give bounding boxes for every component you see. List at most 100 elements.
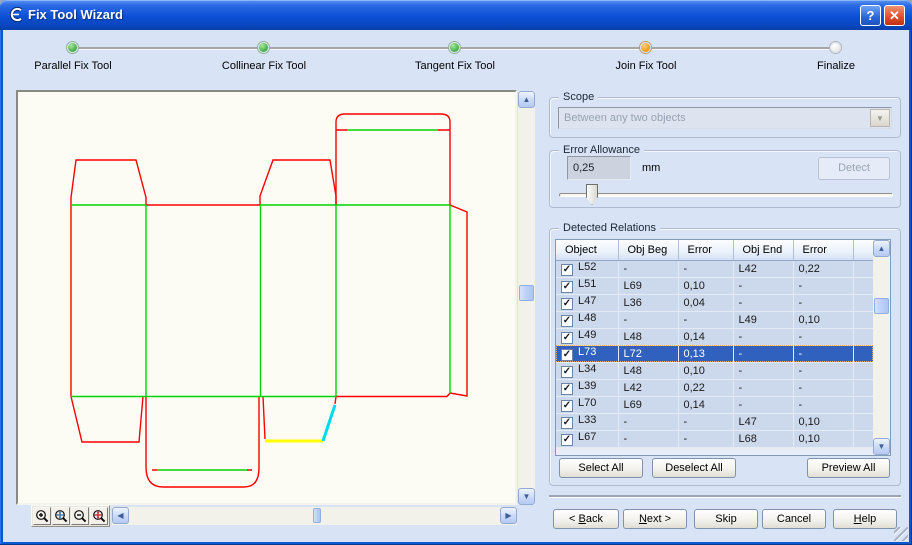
wizard-step-label: Tangent Fix Tool (375, 60, 535, 72)
table-row[interactable]: ✓L70L690,14-- (556, 396, 873, 413)
row-checkbox[interactable]: ✓ (561, 349, 573, 361)
dieline-path (146, 397, 259, 488)
obj-beg-cell: L69 (618, 277, 678, 294)
error-end-cell: - (793, 328, 853, 345)
row-checkbox[interactable]: ✓ (561, 298, 573, 310)
relations-table: ObjectObj BegErrorObj EndError✓L52--L420… (555, 239, 891, 456)
table-row[interactable]: ✓L48--L490,10 (556, 311, 873, 328)
error-allowance-input[interactable]: 0,25 (567, 156, 631, 180)
row-checkbox[interactable]: ✓ (561, 400, 573, 412)
zoom-window-button[interactable] (52, 507, 70, 525)
skip-button[interactable]: Skip (694, 509, 758, 529)
row-checkbox[interactable]: ✓ (561, 281, 573, 293)
table-row[interactable]: ✓L34L480,10-- (556, 362, 873, 379)
resize-grip[interactable] (894, 527, 908, 541)
filler-cell (853, 294, 873, 311)
error-beg-cell: 0,14 (678, 396, 733, 413)
table-row[interactable]: ✓L51L690,10-- (556, 277, 873, 294)
help-titlebar-button[interactable]: ? (860, 5, 881, 26)
zoom-out-button[interactable] (71, 507, 89, 525)
obj-beg-cell: - (618, 260, 678, 277)
row-checkbox[interactable]: ✓ (561, 434, 573, 446)
row-checkbox[interactable]: ✓ (561, 315, 573, 327)
error-end-cell: - (793, 379, 853, 396)
chevron-down-icon[interactable]: ▼ (870, 109, 890, 127)
dieline-path (260, 160, 336, 205)
select-all-button[interactable]: Select All (559, 458, 643, 478)
column-header[interactable]: Obj End (733, 240, 793, 260)
table-row[interactable]: ✓L47L360,04-- (556, 294, 873, 311)
dieline-path (263, 397, 265, 440)
titlebar[interactable]: Fix Tool Wizard ? ✕ (0, 0, 912, 30)
obj-end-cell: - (733, 277, 793, 294)
error-allowance-slider-thumb[interactable] (586, 184, 598, 205)
cancel-button[interactable]: Cancel (762, 509, 826, 529)
table-row[interactable]: ✓L39L420,22-- (556, 379, 873, 396)
object-cell: ✓L47 (556, 294, 618, 311)
row-checkbox[interactable]: ✓ (561, 383, 573, 395)
zoom-in-button[interactable] (33, 507, 51, 525)
scope-combobox[interactable]: Between any two objects (558, 107, 892, 129)
zoom-in-icon (35, 509, 49, 523)
scroll-down-icon[interactable]: ▼ (518, 488, 535, 505)
object-cell: ✓L73 (556, 345, 618, 362)
window-title: Fix Tool Wizard (28, 7, 123, 22)
fix-tool-wizard-window: Fix Tool Wizard ? ✕ Parallel Fix ToolCol… (0, 0, 912, 545)
error-beg-cell: - (678, 413, 733, 430)
deselect-all-button[interactable]: Deselect All (652, 458, 736, 478)
scroll-right-icon[interactable]: ▶ (500, 507, 517, 524)
canvas-vertical-scrollbar[interactable]: ▲ ▼ (518, 91, 535, 505)
close-icon[interactable]: ✕ (884, 5, 905, 26)
column-header-blank[interactable] (853, 240, 873, 260)
filler-cell (853, 277, 873, 294)
next-button[interactable]: Next > (623, 509, 687, 529)
error-beg-cell: 0,13 (678, 345, 733, 362)
detect-button[interactable]: Detect (818, 157, 890, 180)
back-button[interactable]: < Back (553, 509, 619, 529)
error-beg-cell: - (678, 311, 733, 328)
wizard-step-label: Parallel Fix Tool (0, 60, 153, 72)
row-checkbox[interactable]: ✓ (561, 332, 573, 344)
table-row[interactable]: ✓L73L720,13-- (556, 345, 873, 362)
column-header[interactable]: Obj Beg (618, 240, 678, 260)
help-button[interactable]: Help (833, 509, 897, 529)
error-allowance-unit: mm (642, 162, 660, 174)
table-scroll-thumb[interactable] (874, 298, 889, 314)
obj-end-cell: L42 (733, 260, 793, 277)
vscroll-thumb[interactable] (519, 285, 534, 301)
obj-end-cell: - (733, 396, 793, 413)
table-row[interactable]: ✓L52--L420,22 (556, 260, 873, 277)
filler-cell (853, 311, 873, 328)
row-checkbox[interactable]: ✓ (561, 366, 573, 378)
scroll-up-icon[interactable]: ▲ (873, 240, 890, 257)
dieline-path (71, 397, 143, 443)
zoom-selection-button[interactable] (90, 507, 108, 525)
column-header[interactable]: Error (678, 240, 733, 260)
obj-end-cell: - (733, 294, 793, 311)
error-allowance-slider-track[interactable] (559, 193, 893, 197)
error-end-cell: 0,10 (793, 311, 853, 328)
column-header[interactable]: Error (793, 240, 853, 260)
obj-beg-cell: - (618, 311, 678, 328)
detected-relations-group-label: Detected Relations (559, 222, 660, 234)
obj-beg-cell: L69 (618, 396, 678, 413)
filler-cell (853, 379, 873, 396)
column-header[interactable]: Object (556, 240, 618, 260)
canvas-horizontal-scrollbar[interactable]: ◀ ▶ (112, 507, 517, 525)
error-end-cell: 0,10 (793, 413, 853, 430)
table-row[interactable]: ✓L67--L680,10 (556, 430, 873, 447)
table-row[interactable]: ✓L33--L470,10 (556, 413, 873, 430)
obj-beg-cell: - (618, 430, 678, 447)
row-checkbox[interactable]: ✓ (561, 264, 573, 276)
scroll-up-icon[interactable]: ▲ (518, 91, 535, 108)
row-checkbox[interactable]: ✓ (561, 417, 573, 429)
scroll-down-icon[interactable]: ▼ (873, 438, 890, 455)
table-row[interactable]: ✓L49L480,14-- (556, 328, 873, 345)
scroll-left-icon[interactable]: ◀ (112, 507, 129, 524)
hscroll-thumb[interactable] (313, 508, 321, 523)
preview-all-button[interactable]: Preview All (807, 458, 890, 478)
scope-group-label: Scope (559, 91, 598, 103)
drawing-canvas[interactable] (16, 90, 517, 505)
table-vertical-scrollbar[interactable]: ▲ ▼ (873, 240, 890, 455)
dieline-path (323, 405, 335, 441)
